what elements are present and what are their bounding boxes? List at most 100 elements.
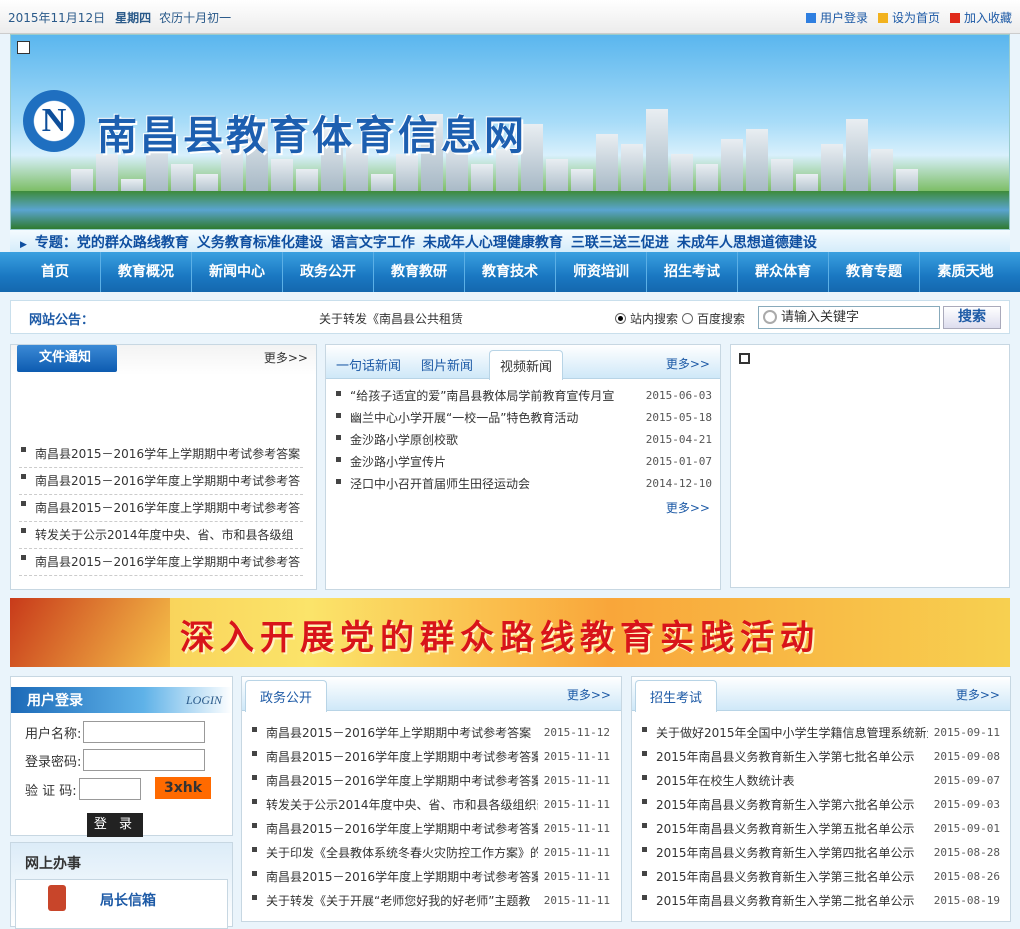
item-title: 幽兰中心小学开展“一校一品”特色教育活动 bbox=[350, 411, 579, 425]
topic-link[interactable]: 未成年人思想道德建设 bbox=[677, 235, 817, 251]
tab-one-line-news[interactable]: 一句话新闻 bbox=[336, 355, 401, 374]
nav-item[interactable]: 教育专题 bbox=[829, 252, 920, 292]
list-item[interactable]: 南昌县2015－2016学年上学期期中考试参考答案 bbox=[19, 441, 303, 468]
radio-label: 百度搜索 bbox=[697, 312, 746, 326]
list-item[interactable]: 2015年南昌县义务教育新生入学第三批名单公示 2015-08-26 bbox=[640, 865, 1000, 889]
topics-label: 专题： bbox=[34, 235, 77, 251]
list-item[interactable]: 2015年南昌县义务教育新生入学第五批名单公示 2015-09-01 bbox=[640, 817, 1000, 841]
list-item[interactable]: 2015年南昌县义务教育新生入学第四批名单公示 2015-08-28 bbox=[640, 841, 1000, 865]
party-banner[interactable]: 深入开展党的群众路线教育实践活动 bbox=[10, 598, 1010, 667]
more-link[interactable]: 更多>> bbox=[264, 349, 308, 366]
tab-admission[interactable]: 招生考试 bbox=[635, 680, 718, 712]
topic-link[interactable]: 义务教育标准化建设 bbox=[197, 235, 323, 251]
nav-item[interactable]: 教育教研 bbox=[374, 252, 465, 292]
notice-marquee[interactable]: 关于转发《南昌县公共租赁 bbox=[319, 310, 463, 327]
list-item[interactable]: 关于印发《全县教体系统冬春火灾防控工作方案》的 2015-11-11 bbox=[250, 841, 610, 865]
topic-link[interactable]: 语言文字工作 bbox=[331, 235, 415, 251]
topic-link[interactable]: 三联三送三促进 bbox=[571, 235, 669, 251]
file-notice-tab[interactable]: 文件通知 bbox=[17, 345, 117, 372]
list-item[interactable]: 南昌县2015－2016学年度上学期期中考试参考答案（ 2015-11-11 bbox=[250, 865, 610, 889]
top-link[interactable]: 加入收藏 bbox=[949, 9, 1012, 26]
tab-photo-news[interactable]: 图片新闻 bbox=[421, 355, 473, 374]
login-button[interactable]: 登 录 bbox=[87, 813, 143, 837]
search-button[interactable]: 搜索 bbox=[943, 306, 1001, 329]
site-logo[interactable]: N bbox=[23, 90, 85, 152]
top-link[interactable]: 设为首页 bbox=[877, 9, 940, 26]
item-title: 关于转发《关于开展“老师您好我的好老师”主题教 bbox=[266, 894, 531, 908]
list-item[interactable]: 关于转发《关于开展“老师您好我的好老师”主题教 2015-11-11 bbox=[250, 889, 610, 913]
site-title: 南昌县教育体育信息网 bbox=[97, 113, 527, 159]
list-item[interactable]: 金沙路小学宣传片 2015-01-07 bbox=[334, 451, 712, 473]
list-item[interactable]: 转发关于公示2014年度中央、省、市和县各级组 bbox=[19, 522, 303, 549]
radio-label: 站内搜索 bbox=[630, 312, 679, 326]
list-item[interactable]: 泾口中小召开首届师生田径运动会 2014-12-10 bbox=[334, 473, 712, 495]
list-item[interactable]: 2015年南昌县义务教育新生入学第七批名单公示 2015-09-08 bbox=[640, 745, 1000, 769]
nav-item[interactable]: 教育概况 bbox=[101, 252, 192, 292]
nav-item[interactable]: 师资培训 bbox=[556, 252, 647, 292]
director-mailbox-box: 局长信箱 bbox=[15, 879, 228, 929]
search-input[interactable]: 请输入关键字 bbox=[758, 306, 940, 329]
list-item[interactable]: 关于做好2015年全国中小学生学籍信息管理系统新生 2015-09-11 bbox=[640, 721, 1000, 745]
username-label: 用户名称: bbox=[25, 726, 82, 742]
link-icon bbox=[877, 12, 888, 23]
more-link[interactable]: 更多>> bbox=[567, 686, 611, 703]
video-icon bbox=[739, 353, 750, 364]
topic-link[interactable]: 未成年人心理健康教育 bbox=[423, 235, 563, 251]
top-link[interactable]: 用户登录 bbox=[805, 9, 868, 26]
link-icon bbox=[805, 12, 816, 23]
item-date: 2015-11-11 bbox=[543, 846, 610, 859]
more-link-bottom[interactable]: 更多>> bbox=[666, 499, 710, 516]
main-nav: 首页 教育概况 新闻中心 政务公开 教育教研 教育技术 师资培训 招生考试 群众体育 教育专题 素质… bbox=[0, 252, 1020, 292]
nav-item[interactable]: 首页 bbox=[10, 252, 101, 292]
director-mailbox-link[interactable]: 局长信箱 bbox=[100, 890, 156, 910]
radio-baidu-search[interactable] bbox=[682, 313, 694, 324]
list-item[interactable]: 南昌县2015－2016学年度上学期期中考试参考答案（ 2015-11-11 bbox=[250, 769, 610, 793]
list-item[interactable]: 南昌县2015－2016学年度上学期期中考试参考答 bbox=[19, 468, 303, 495]
password-input[interactable] bbox=[83, 749, 206, 771]
link-icon bbox=[949, 12, 960, 23]
item-date: 2015-11-12 bbox=[543, 726, 610, 739]
login-subtitle: LOGIN bbox=[185, 693, 222, 707]
list-item[interactable]: 金沙路小学原创校歌 2015-04-21 bbox=[334, 429, 712, 451]
header-banner: N 南昌县教育体育信息网 bbox=[10, 34, 1010, 230]
nav-item[interactable]: 政务公开 bbox=[283, 252, 374, 292]
file-notice-panel: 文件通知 更多>> 南昌县2015－2016学年上学期期中考试参考答案 南昌县20… bbox=[10, 344, 317, 590]
list-item[interactable]: 2015年南昌县义务教育新生入学第六批名单公示 2015-09-03 bbox=[640, 793, 1000, 817]
item-title: “给孩子适宜的爱”南昌县教体局学前教育宣传月宣 bbox=[350, 389, 615, 403]
tab-gov-affairs[interactable]: 政务公开 bbox=[245, 680, 328, 712]
item-title: 南昌县2015－2016学年度上学期期中考试参考答 bbox=[35, 555, 301, 569]
nav-item[interactable]: 群众体育 bbox=[738, 252, 829, 292]
list-item[interactable]: 幽兰中心小学开展“一校一品”特色教育活动 2015-05-18 bbox=[334, 407, 712, 429]
item-title: 转发关于公示2014年度中央、省、市和县各级组 bbox=[35, 528, 294, 542]
radio-site-search[interactable] bbox=[615, 313, 626, 324]
list-item[interactable]: 转发关于公示2014年度中央、省、市和县各级组织部 2015-11-11 bbox=[250, 793, 610, 817]
item-date: 2015-08-19 bbox=[933, 894, 1000, 907]
item-title: 关于做好2015年全国中小学生学籍信息管理系统新生 bbox=[656, 726, 928, 740]
captcha-input[interactable] bbox=[78, 778, 141, 800]
list-item[interactable]: 南昌县2015－2016学年度上学期期中考试参考答案（ 2015-11-11 bbox=[250, 817, 610, 841]
list-item[interactable]: 南昌县2015－2016学年度上学期期中考试参考答案（ 2015-11-11 bbox=[250, 745, 610, 769]
list-item[interactable]: 南昌县2015－2016学年度上学期期中考试参考答 bbox=[19, 495, 303, 522]
list-item[interactable]: 南昌县2015－2016学年度上学期期中考试参考答 bbox=[19, 549, 303, 576]
nav-item[interactable]: 招生考试 bbox=[647, 252, 738, 292]
nav-item[interactable]: 新闻中心 bbox=[192, 252, 283, 292]
admission-list: 关于做好2015年全国中小学生学籍信息管理系统新生 2015-09-11 2015年… bbox=[640, 721, 1000, 913]
list-item[interactable]: “给孩子适宜的爱”南昌县教体局学前教育宣传月宣 2015-06-03 bbox=[334, 385, 712, 407]
list-item[interactable]: 关于印发《全县教体系统冬春火灾防控工作方案 bbox=[19, 576, 303, 581]
more-link[interactable]: 更多>> bbox=[956, 686, 1000, 703]
item-date: 2015-01-07 bbox=[645, 455, 712, 468]
login-title: 用户登录 bbox=[27, 693, 83, 709]
more-link[interactable]: 更多>> bbox=[666, 355, 710, 372]
username-input[interactable] bbox=[83, 721, 206, 743]
list-item[interactable]: 南昌县2015－2016学年上学期期中考试参考答案（12 2015-11-12 bbox=[250, 721, 610, 745]
item-title: 2015年南昌县义务教育新生入学第二批名单公示 bbox=[656, 894, 915, 908]
item-title: 金沙路小学宣传片 bbox=[350, 455, 447, 469]
topic-link[interactable]: 党的群众路线教育 bbox=[77, 235, 189, 251]
nav-item[interactable]: 素质天地 bbox=[920, 252, 1011, 292]
video-player-panel[interactable] bbox=[730, 344, 1010, 588]
captcha-image[interactable]: 3xhk bbox=[155, 777, 211, 799]
list-item[interactable]: 2015年南昌县义务教育新生入学第二批名单公示 2015-08-19 bbox=[640, 889, 1000, 913]
list-item[interactable]: 2015年在校生人数统计表 2015-09-07 bbox=[640, 769, 1000, 793]
tab-video-news[interactable]: 视频新闻 bbox=[489, 350, 564, 380]
nav-item[interactable]: 教育技术 bbox=[465, 252, 556, 292]
